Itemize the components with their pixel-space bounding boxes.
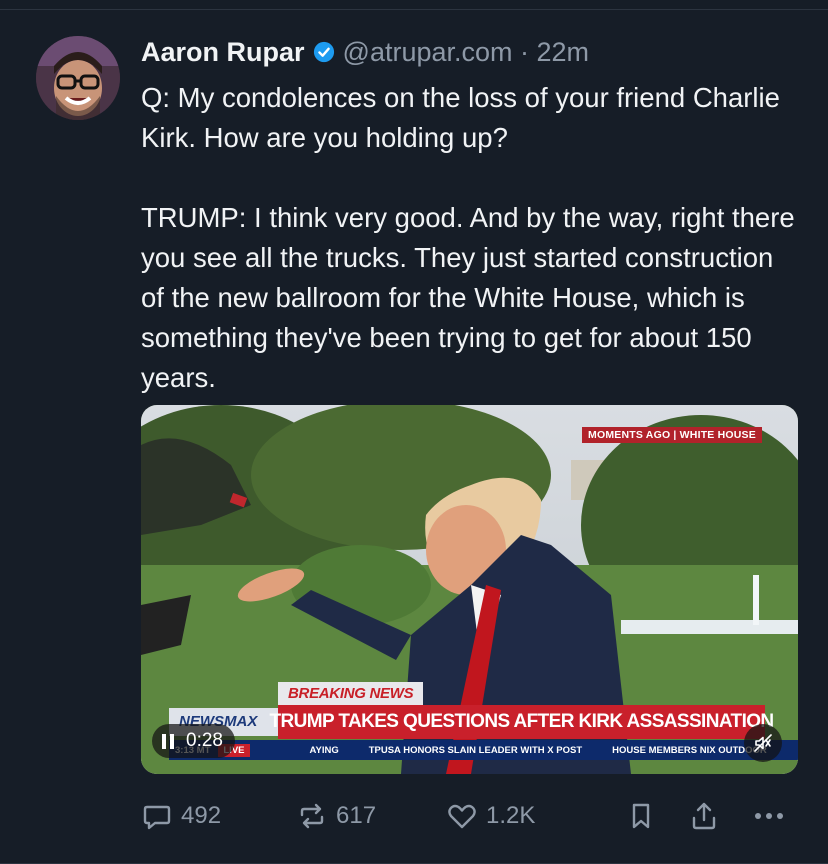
author-name[interactable]: Aaron Rupar xyxy=(141,37,305,68)
share-button[interactable] xyxy=(688,796,728,836)
avatar[interactable] xyxy=(36,36,120,120)
video-elapsed-time: 0:28 xyxy=(186,730,223,751)
bookmark-button[interactable] xyxy=(625,796,665,836)
tweet-text: Q: My condolences on the loss of your fr… xyxy=(141,82,795,393)
pause-icon xyxy=(162,733,174,749)
bookmark-icon xyxy=(632,803,650,829)
repost-icon xyxy=(300,803,324,829)
more-options-button[interactable] xyxy=(751,796,795,836)
avatar-image xyxy=(36,36,120,120)
author-handle-and-time[interactable]: @atrupar.com · 22m xyxy=(343,37,590,68)
verified-badge-icon xyxy=(313,41,334,63)
heart-icon xyxy=(448,804,476,829)
repost-count: 617 xyxy=(336,802,377,829)
more-dots-icon xyxy=(755,813,783,819)
mute-button[interactable] xyxy=(744,724,782,762)
tweet-actions: 492 617 1.2K xyxy=(141,796,801,836)
video-player[interactable]: MOMENTS AGO | WHITE HOUSE BREAKING NEWS … xyxy=(141,405,798,774)
video-frame xyxy=(141,405,798,774)
like-button[interactable]: 1.2K xyxy=(446,796,535,836)
reply-count: 492 xyxy=(181,802,222,829)
like-count: 1.2K xyxy=(486,802,536,829)
reply-icon xyxy=(143,805,171,830)
reply-button[interactable]: 492 xyxy=(141,796,221,836)
muted-speaker-icon xyxy=(754,734,772,752)
tweet-header: Aaron Rupar @atrupar.com · 22m xyxy=(141,34,589,70)
top-divider xyxy=(0,9,828,10)
moments-ago-tag: MOMENTS AGO | WHITE HOUSE xyxy=(582,427,762,443)
repost-button[interactable]: 617 xyxy=(296,796,376,836)
share-icon xyxy=(692,802,716,830)
play-pause-control[interactable]: 0:28 xyxy=(152,724,235,758)
